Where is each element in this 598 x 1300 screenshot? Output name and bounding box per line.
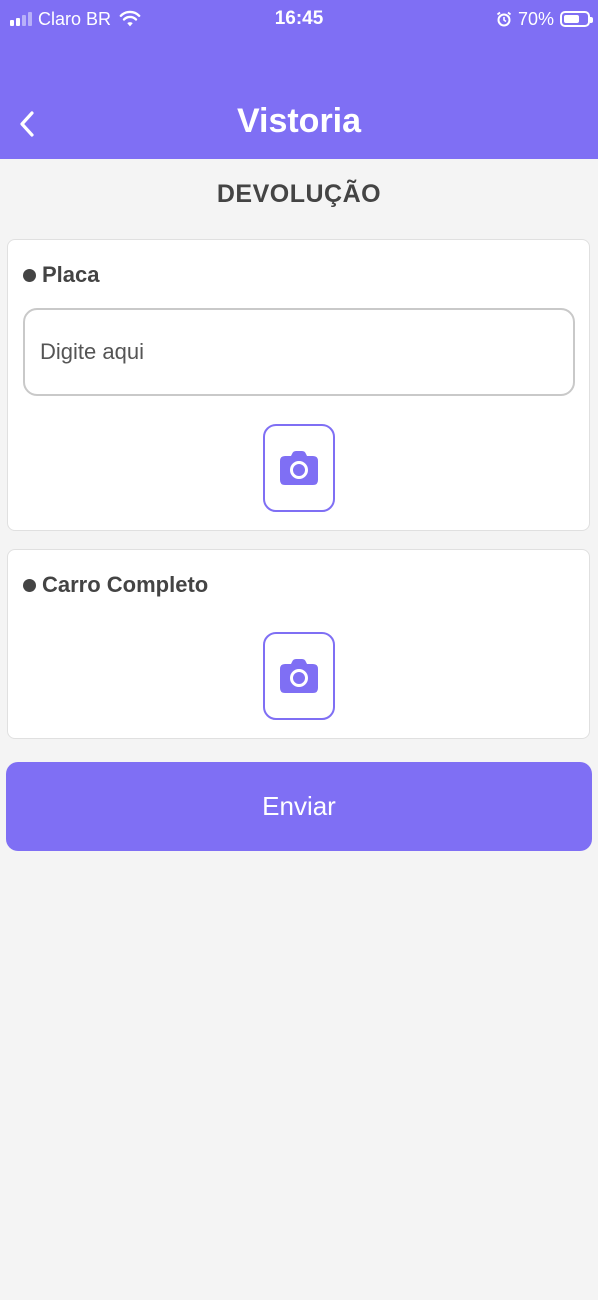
app-header: Claro BR 16:45 70% Vistoria xyxy=(0,0,598,159)
status-right: 70% xyxy=(496,8,593,30)
bullet-icon xyxy=(23,578,36,592)
alarm-icon xyxy=(496,11,512,27)
battery-fill xyxy=(564,15,580,23)
carro-completo-label-text: Carro Completo xyxy=(42,572,209,597)
submit-button[interactable]: Enviar xyxy=(6,762,592,851)
page-title: Vistoria xyxy=(236,102,362,140)
status-bar: Claro BR 16:45 70% xyxy=(0,0,598,40)
camera-icon xyxy=(280,659,318,693)
carro-completo-camera-button[interactable] xyxy=(263,632,335,720)
battery-icon xyxy=(560,11,593,27)
carro-completo-label: Carro Completo xyxy=(23,572,208,598)
placa-input[interactable] xyxy=(23,308,575,396)
bullet-icon xyxy=(23,268,36,282)
placa-label: Placa xyxy=(23,262,100,288)
placa-camera-button[interactable] xyxy=(263,424,335,512)
battery-percent: 70% xyxy=(517,8,554,29)
section-title: DEVOLUÇÃO xyxy=(216,180,382,208)
camera-icon xyxy=(280,451,318,485)
placa-card: Placa xyxy=(7,239,590,531)
placa-label-text: Placa xyxy=(42,262,100,287)
carro-completo-card: Carro Completo xyxy=(7,549,590,739)
